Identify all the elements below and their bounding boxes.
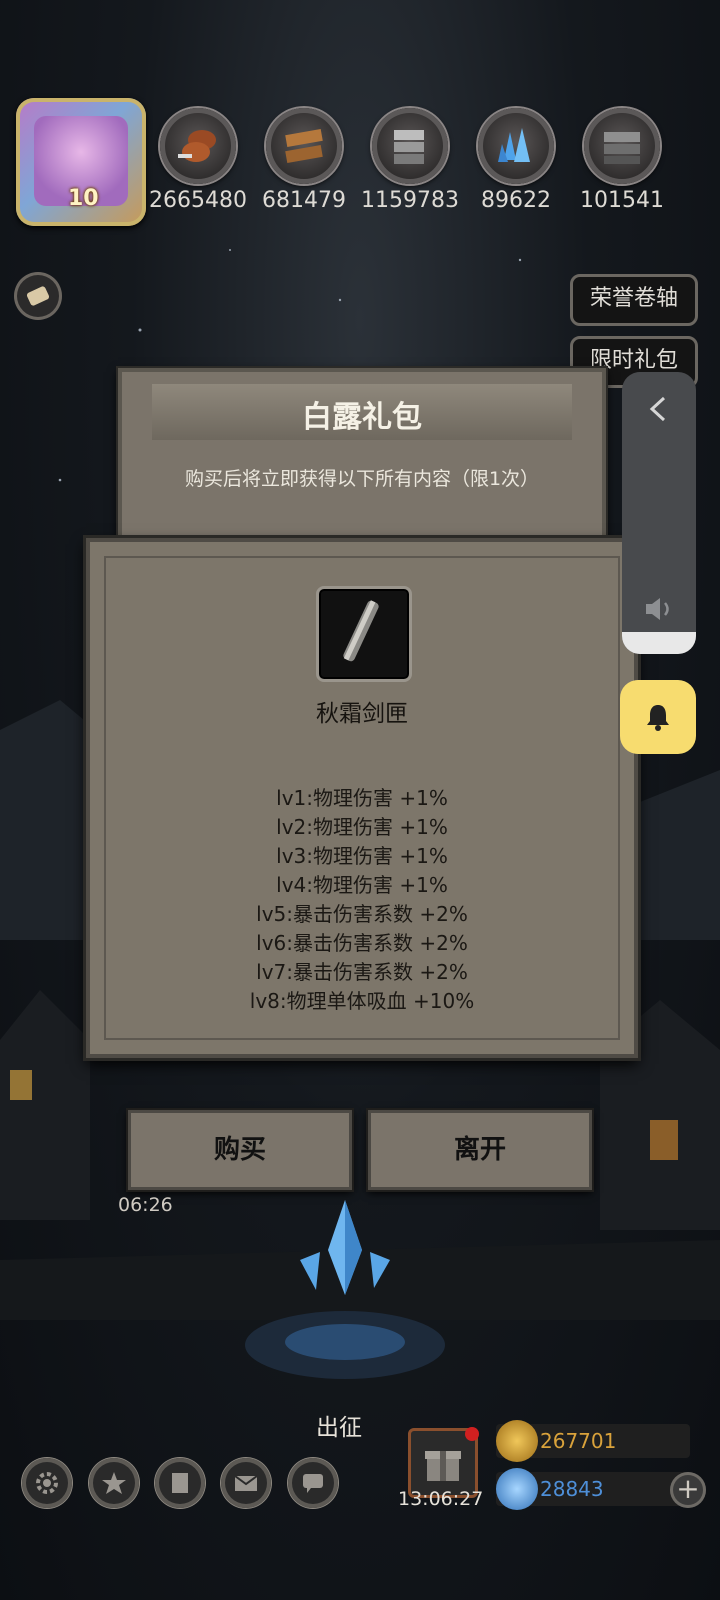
volume-level-bar — [622, 632, 696, 654]
gift-timer: 13:06:27 — [398, 1488, 484, 1510]
effect-line: lv4:物理伤害 +1% — [276, 873, 448, 897]
gold-coin-icon — [496, 1420, 538, 1462]
settings-button[interactable] — [22, 1458, 72, 1508]
mail-icon — [234, 1475, 258, 1491]
gift-icon — [425, 1451, 461, 1481]
crystal-icon — [478, 108, 554, 184]
scroll-icon — [26, 286, 50, 306]
player-level: 10 — [68, 186, 99, 211]
item-detail-dialog: 秋霜剑匣 lv1:物理伤害 +1% lv2:物理伤害 +1% lv3:物理伤害 … — [86, 538, 638, 1058]
add-currency-button[interactable]: + — [670, 1472, 706, 1508]
effect-line: lv7:暴击伤害系数 +2% — [256, 960, 468, 984]
gold-currency[interactable]: 267701 — [496, 1420, 690, 1462]
honor-scroll-button[interactable]: 荣誉卷轴 — [570, 274, 698, 326]
bell-icon — [647, 705, 669, 731]
notification-dot — [465, 1427, 479, 1441]
iron-icon — [372, 108, 448, 184]
chat-icon — [303, 1474, 323, 1493]
gem-amount: 28843 — [540, 1477, 604, 1501]
effect-line: lv8:物理单体吸血 +10% — [249, 989, 475, 1013]
alliance-button[interactable] — [155, 1458, 205, 1508]
resource-iron[interactable]: 1159783 — [360, 108, 460, 213]
chat-button[interactable] — [288, 1458, 338, 1508]
effect-list: lv1:物理伤害 +1% lv2:物理伤害 +1% lv3:物理伤害 +1% l… — [90, 784, 634, 1016]
resource-crystal[interactable]: 89622 — [466, 108, 566, 213]
resource-meat[interactable]: 2665480 — [148, 108, 248, 213]
mail-button[interactable] — [221, 1458, 271, 1508]
achievements-button[interactable] — [89, 1458, 139, 1508]
chevron-left-icon[interactable] — [646, 394, 670, 424]
speaker-icon[interactable] — [642, 594, 676, 624]
player-avatar[interactable]: 10 — [16, 98, 146, 226]
notification-bell-button[interactable] — [620, 680, 696, 754]
gear-icon — [36, 1472, 58, 1494]
expedition-label[interactable]: 出征 — [316, 1408, 362, 1442]
resource-value: 2665480 — [149, 188, 247, 213]
blue-crystal-icon[interactable] — [290, 1200, 400, 1310]
pack-title: 白露礼包 — [302, 400, 422, 435]
banner-icon — [172, 1473, 188, 1493]
leave-button[interactable]: 离开 — [368, 1110, 592, 1190]
resource-value: 1159783 — [361, 188, 459, 213]
floating-volume-panel[interactable] — [622, 372, 696, 654]
buy-button[interactable]: 购买 — [128, 1110, 352, 1190]
pack-subtitle: 购买后将立即获得以下所有内容（限1次） — [184, 468, 540, 490]
wood-icon — [266, 108, 342, 184]
gem-icon — [496, 1468, 538, 1510]
effect-line: lv2:物理伤害 +1% — [276, 815, 448, 839]
item-name: 秋霜剑匣 — [316, 701, 408, 727]
star-icon — [102, 1472, 126, 1494]
effect-line: lv5:暴击伤害系数 +2% — [256, 902, 468, 926]
resource-wood[interactable]: 681479 — [254, 108, 354, 213]
resource-steel[interactable]: 101541 — [572, 108, 672, 213]
steel-icon — [584, 108, 660, 184]
effect-line: lv6:暴击伤害系数 +2% — [256, 931, 468, 955]
scroll-button[interactable] — [14, 272, 62, 320]
portal-platform — [245, 1311, 445, 1379]
event-timer: 06:26 — [118, 1194, 173, 1216]
resource-value: 89622 — [481, 188, 551, 213]
meat-icon — [160, 108, 236, 184]
pack-dialog: 白露礼包 购买后将立即获得以下所有内容（限1次） — [118, 368, 606, 544]
resource-value: 101541 — [580, 188, 664, 213]
gem-currency[interactable]: 28843 — [496, 1468, 690, 1510]
effect-line: lv3:物理伤害 +1% — [276, 844, 448, 868]
effect-line: lv1:物理伤害 +1% — [276, 786, 448, 810]
sword-case-icon — [316, 586, 412, 682]
resource-value: 681479 — [262, 188, 346, 213]
gold-amount: 267701 — [540, 1429, 617, 1453]
